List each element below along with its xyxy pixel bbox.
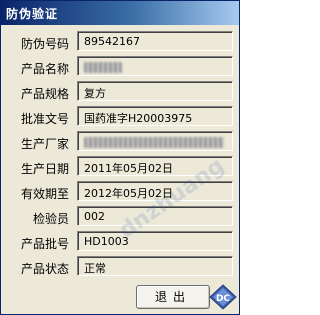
field-row-security-code: 防伪号码 89542167 (1, 31, 239, 53)
anti-counterfeit-dialog: 防伪验证 防伪号码 89542167 产品名称 产品规格 复方 批准文号 国药准… (0, 0, 240, 315)
field-label: 防伪号码 (20, 37, 69, 51)
obscured-value (84, 60, 122, 73)
manufacturer-field[interactable] (77, 131, 233, 151)
approval-number-field[interactable]: 国药准字H20003975 (77, 106, 233, 126)
product-status-field[interactable]: 正常 (77, 256, 233, 276)
field-label: 生产日期 (20, 162, 69, 176)
title-bar[interactable]: 防伪验证 (1, 1, 239, 25)
batch-number-field[interactable]: HD1003 (77, 231, 233, 251)
field-value: 复方 (84, 87, 106, 100)
field-row-product-status: 产品状态 正常 (1, 256, 239, 278)
field-row-approval-number: 批准文号 国药准字H20003975 (1, 106, 239, 128)
logo-text: DC (216, 294, 230, 304)
field-label: 产品状态 (20, 262, 69, 276)
field-label: 检验员 (32, 212, 69, 226)
field-label: 产品批号 (20, 237, 69, 251)
field-row-product-name: 产品名称 (1, 56, 239, 78)
field-value: 2012年05月02日 (84, 187, 173, 200)
field-value: 正常 (84, 262, 106, 275)
field-label: 生产厂家 (20, 137, 69, 151)
dialog-body: 防伪号码 89542167 产品名称 产品规格 复方 批准文号 国药准字H200… (1, 25, 239, 314)
product-name-field[interactable] (77, 56, 233, 76)
field-row-expiry-date: 有效期至 2012年05月02日 (1, 181, 239, 203)
field-label: 产品规格 (20, 87, 69, 101)
field-value: 89542167 (84, 35, 140, 48)
field-value: 国药准字H20003975 (84, 112, 193, 125)
obscured-value (84, 135, 224, 148)
dc-logo-icon: DC (209, 284, 237, 310)
security-code-field[interactable]: 89542167 (77, 31, 233, 51)
product-spec-field[interactable]: 复方 (77, 81, 233, 101)
production-date-field[interactable]: 2011年05月02日 (77, 156, 233, 176)
window-title: 防伪验证 (6, 7, 59, 21)
field-row-inspector: 检验员 002 (1, 206, 239, 228)
field-row-product-spec: 产品规格 复方 (1, 81, 239, 103)
exit-button[interactable]: 退出 (136, 285, 210, 309)
field-value: 002 (84, 210, 105, 223)
field-row-batch-number: 产品批号 HD1003 (1, 231, 239, 253)
field-label: 产品名称 (20, 62, 69, 76)
field-row-manufacturer: 生产厂家 (1, 131, 239, 153)
inspector-field[interactable]: 002 (77, 206, 233, 226)
field-row-production-date: 生产日期 2011年05月02日 (1, 156, 239, 178)
field-label: 有效期至 (20, 187, 69, 201)
field-label: 批准文号 (20, 112, 69, 126)
field-value: 2011年05月02日 (84, 162, 173, 175)
expiry-date-field[interactable]: 2012年05月02日 (77, 181, 233, 201)
field-value: HD1003 (84, 235, 129, 248)
